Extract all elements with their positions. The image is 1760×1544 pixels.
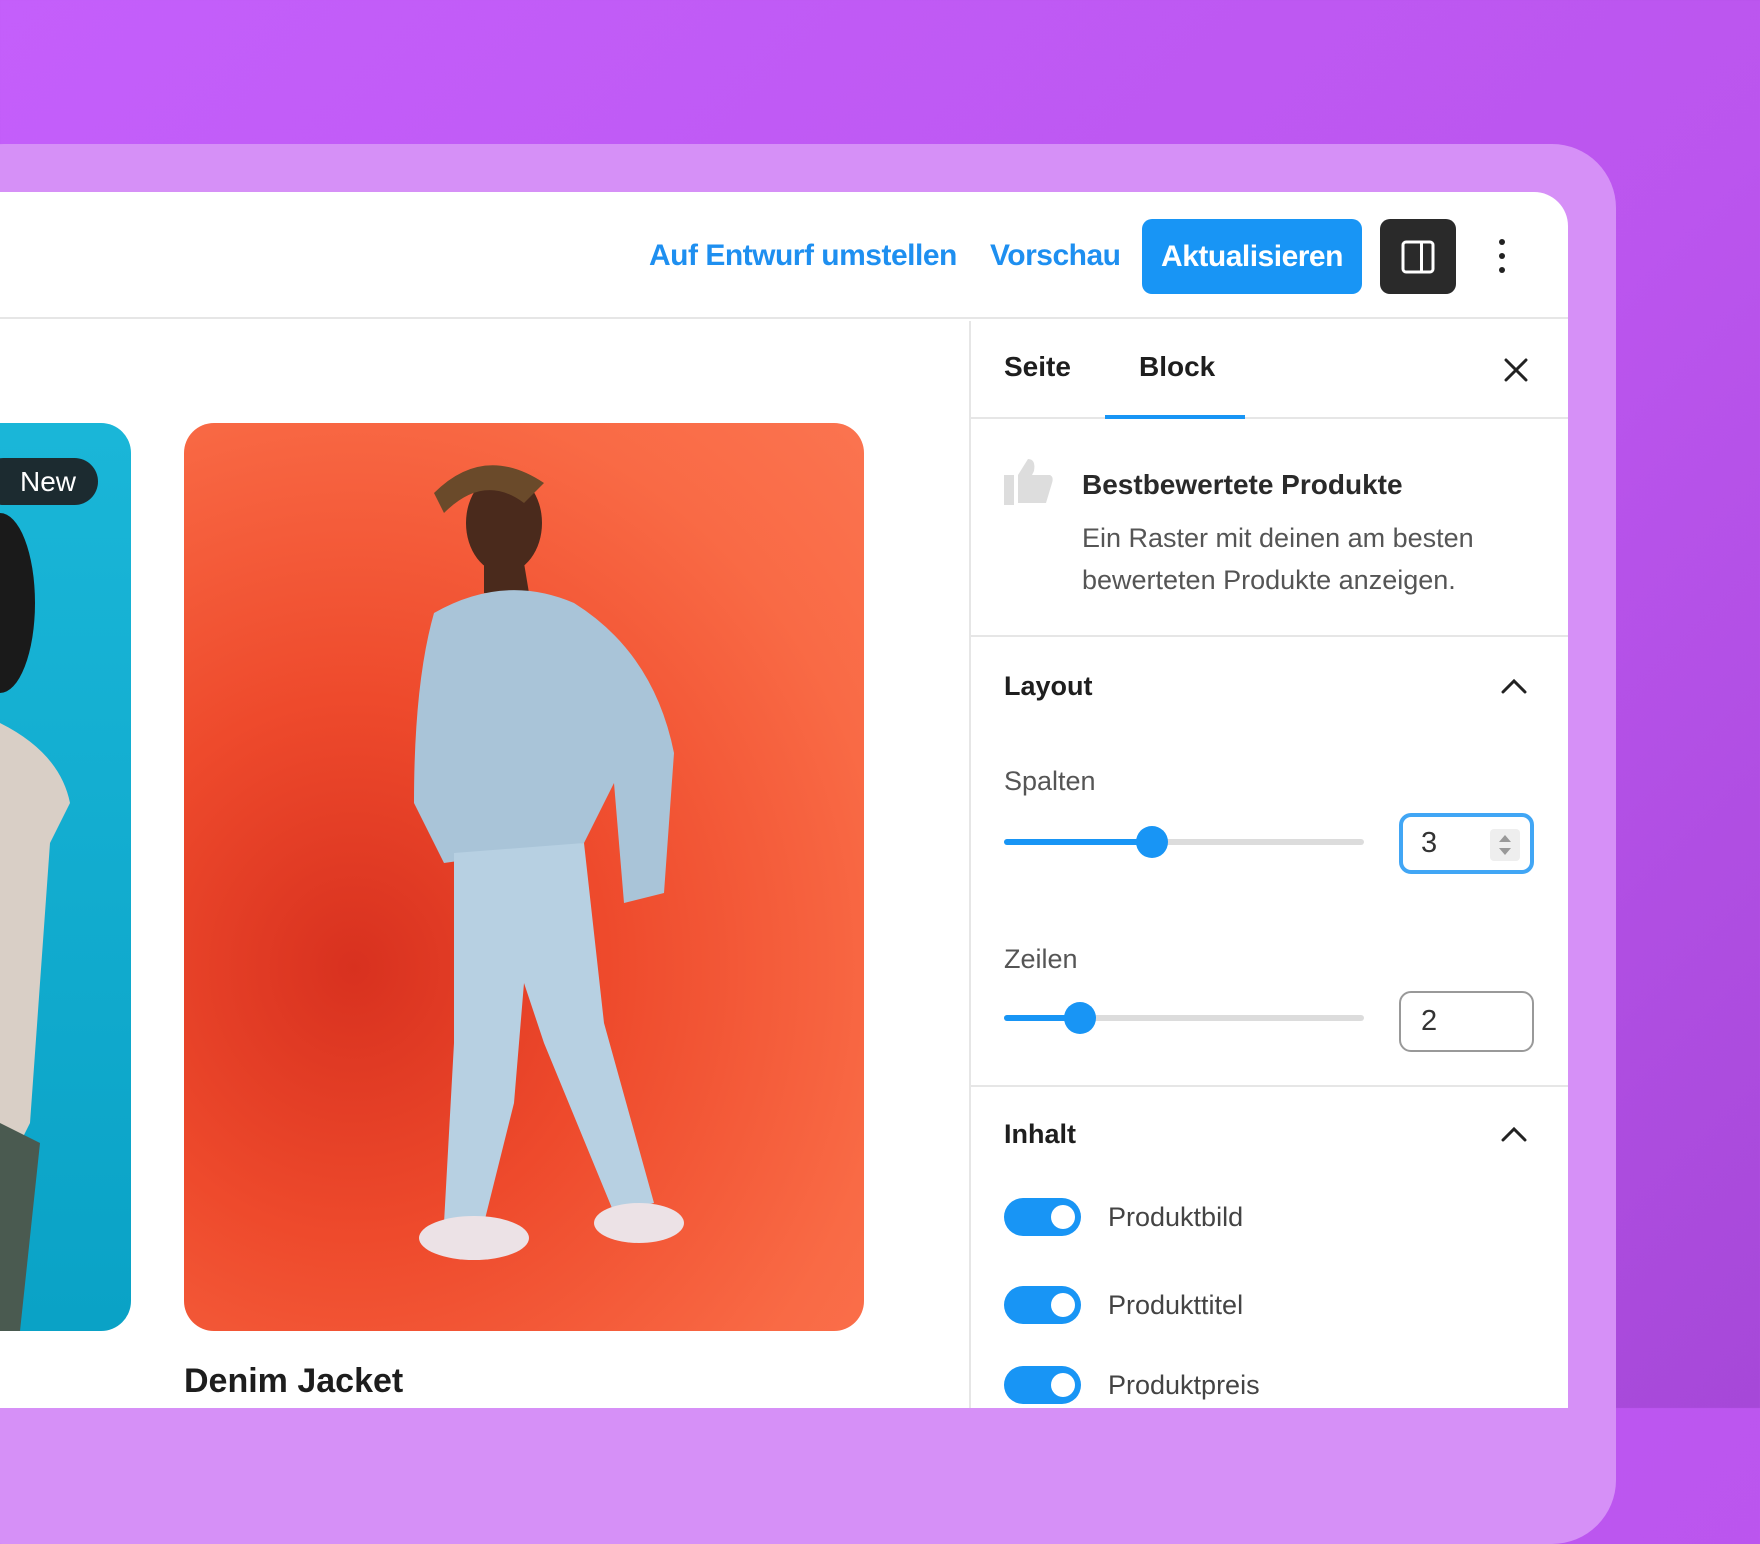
settings-sidebar: Seite Block Bestbewertete Produkte Ein R… bbox=[969, 321, 1568, 1408]
columns-label: Spalten bbox=[1004, 766, 1096, 796]
editor-header: Auf Entwurf umstellen Vorschau Aktualisi… bbox=[0, 192, 1568, 319]
divider bbox=[971, 1085, 1568, 1087]
block-info: Bestbewertete Produkte Ein Raster mit de… bbox=[971, 419, 1568, 637]
switch-to-draft-button[interactable]: Auf Entwurf umstellen bbox=[649, 236, 957, 276]
product-image-left[interactable] bbox=[0, 423, 131, 1331]
block-title: Bestbewertete Produkte bbox=[1082, 469, 1403, 500]
more-options-icon[interactable] bbox=[1490, 228, 1514, 284]
slider-thumb[interactable] bbox=[1135, 826, 1168, 858]
toggle-label: Produktpreis bbox=[1108, 1370, 1260, 1400]
rows-input[interactable]: 2 bbox=[1399, 991, 1534, 1052]
spinner-arrows-icon[interactable] bbox=[1490, 829, 1520, 861]
slider-thumb[interactable] bbox=[1063, 1002, 1096, 1034]
person-photo bbox=[414, 465, 684, 1260]
layout-section-title[interactable]: Layout bbox=[1004, 670, 1093, 702]
editor-window: Auf Entwurf umstellen Vorschau Aktualisi… bbox=[0, 192, 1568, 1408]
toggle-sidebar-button[interactable] bbox=[1380, 219, 1456, 294]
columns-value: 3 bbox=[1421, 827, 1438, 859]
columns-slider[interactable] bbox=[1004, 826, 1364, 858]
preview-button[interactable]: Vorschau bbox=[990, 236, 1121, 276]
update-button[interactable]: Aktualisieren bbox=[1142, 219, 1362, 294]
product-title[interactable]: Denim Jacket bbox=[184, 1361, 403, 1401]
new-badge: New bbox=[0, 458, 98, 505]
chevron-up-icon[interactable] bbox=[1499, 676, 1529, 696]
tab-seite[interactable]: Seite bbox=[1004, 351, 1071, 383]
block-description: Ein Raster mit deinen am besten bewertet… bbox=[1082, 523, 1474, 595]
rows-value: 2 bbox=[1421, 1005, 1438, 1037]
toggle-produktbild[interactable] bbox=[1004, 1198, 1081, 1236]
toggle-label: Produkttitel bbox=[1108, 1290, 1244, 1320]
content-section-title[interactable]: Inhalt bbox=[1004, 1118, 1076, 1150]
columns-input[interactable]: 3 bbox=[1399, 813, 1534, 874]
product-image-denim-jacket[interactable] bbox=[184, 423, 864, 1331]
toggle-label: Produktbild bbox=[1108, 1202, 1244, 1232]
close-icon[interactable] bbox=[1501, 355, 1531, 385]
person-photo bbox=[0, 513, 70, 1331]
rows-label: Zeilen bbox=[1004, 944, 1078, 974]
sidebar-layout-icon bbox=[1401, 240, 1435, 273]
chevron-up-icon[interactable] bbox=[1499, 1124, 1529, 1144]
toggle-produkttitel[interactable] bbox=[1004, 1286, 1081, 1324]
tab-block[interactable]: Block bbox=[1139, 351, 1215, 383]
thumbs-up-icon bbox=[1004, 459, 1053, 505]
toggle-produktpreis[interactable] bbox=[1004, 1366, 1081, 1404]
sidebar-tabs: Seite Block bbox=[971, 321, 1568, 419]
rows-slider[interactable] bbox=[1004, 1002, 1364, 1034]
editor-canvas: New Denim Jacket bbox=[0, 321, 969, 1408]
